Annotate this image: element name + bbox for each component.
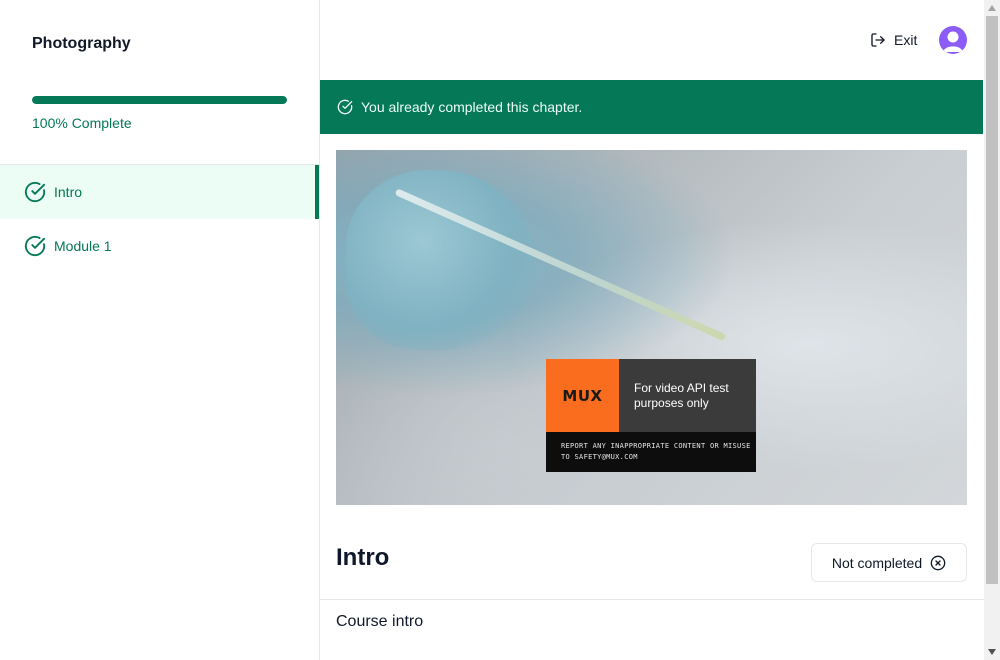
log-out-icon [870,32,886,48]
x-circle-icon [930,555,946,571]
banner-text: You already completed this chapter. [361,99,583,115]
user-avatar[interactable] [939,26,967,54]
check-circle-icon [337,99,353,115]
mux-watermark: MUX For video API test purposes only REP… [546,359,756,472]
sidebar-item-label: Intro [54,184,83,200]
user-icon [943,31,963,52]
mark-not-completed-button[interactable]: Not completed [811,543,967,582]
exit-button[interactable]: Exit [870,30,917,50]
course-title: Photography [32,35,131,52]
progress-bar [32,96,287,104]
sidebar-item-label: Module 1 [54,238,112,254]
sidebar-item-module-1[interactable]: Module 1 [0,219,319,273]
sidebar-item-intro[interactable]: Intro [0,165,319,219]
progress-text: 100% Complete [32,115,132,131]
mux-logo: MUX [546,359,619,432]
mux-message: For video API test purposes only [619,359,756,432]
exit-label: Exit [894,32,918,48]
chapter-title: Intro [336,544,390,571]
scroll-up-icon[interactable] [984,0,1000,16]
progress-bar-fill [32,96,287,104]
completion-banner: You already completed this chapter. [320,80,983,134]
check-circle-icon [24,235,46,257]
scrollbar-thumb[interactable] [986,16,998,584]
top-navbar: Exit [320,0,984,80]
page-scrollbar[interactable] [984,0,1000,660]
course-sidebar: Photography 100% Complete Intro Module 1 [0,0,320,660]
chapter-description: Course intro [336,613,424,630]
check-circle-icon [24,181,46,203]
status-button-label: Not completed [831,554,923,571]
video-player[interactable]: MUX For video API test purposes only REP… [336,150,967,505]
section-divider [320,599,984,600]
mux-notice: REPORT ANY INAPPROPRIATE CONTENT OR MISU… [546,432,756,472]
scroll-down-icon[interactable] [984,644,1000,660]
video-frame-glove [346,170,536,350]
sidebar-header: Photography 100% Complete [0,0,319,165]
